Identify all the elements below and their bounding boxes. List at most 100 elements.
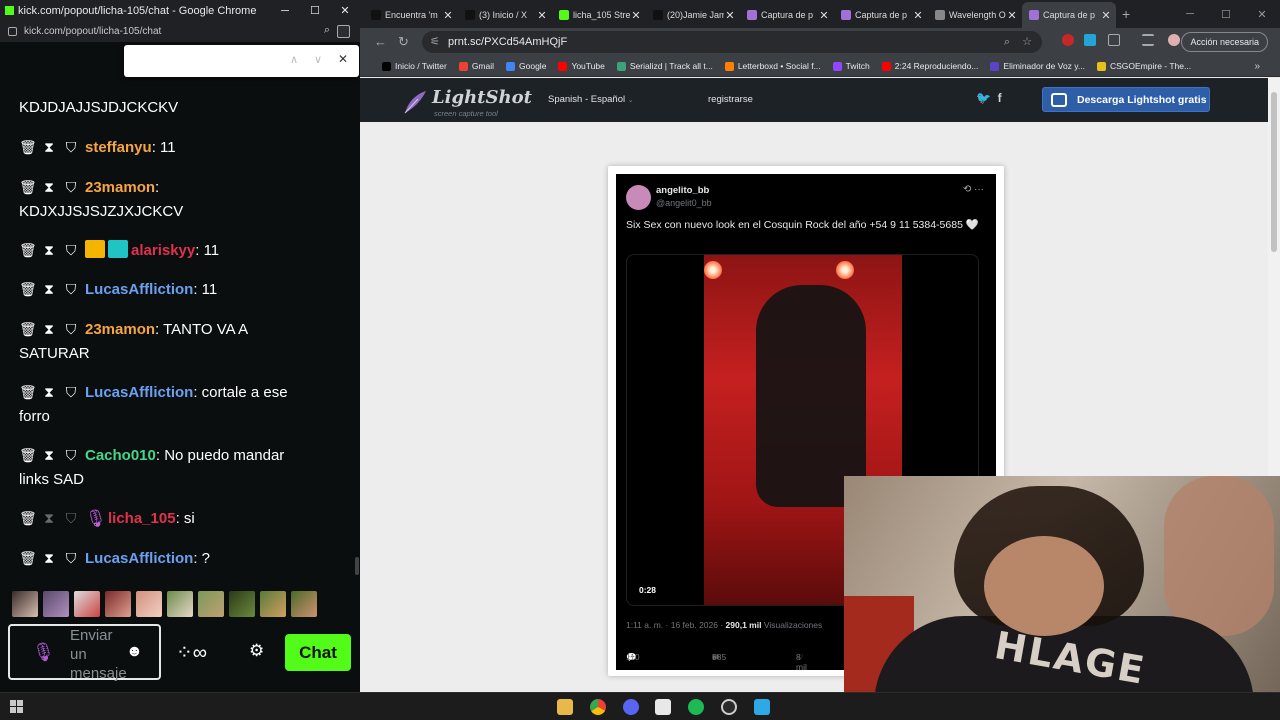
- spotify-icon[interactable]: [688, 699, 704, 715]
- more-bookmarks-icon[interactable]: »: [1254, 61, 1260, 72]
- maximize-icon[interactable]: ☐: [300, 0, 330, 21]
- chat-username[interactable]: 23mamon: [85, 321, 155, 338]
- minimize-icon[interactable]: ─: [1172, 0, 1208, 28]
- chat-username[interactable]: Cacho010: [85, 447, 156, 464]
- timeout-hourglass-icon[interactable]: ⧗: [41, 443, 57, 467]
- microphone-icon[interactable]: 🎙: [32, 642, 55, 663]
- scrollbar-thumb[interactable]: [1271, 92, 1277, 252]
- close-tab-icon[interactable]: ✕: [630, 9, 642, 22]
- close-icon[interactable]: ✕: [330, 0, 360, 21]
- delete-icon[interactable]: 🗑: [19, 317, 37, 341]
- bookmark-item[interactable]: Twitch: [832, 61, 870, 71]
- extension-icon[interactable]: [1084, 34, 1096, 46]
- delete-icon[interactable]: 🗑: [19, 546, 37, 570]
- profile-avatar[interactable]: [1168, 34, 1180, 46]
- browser-tab[interactable]: Captura de p ✕: [1022, 2, 1116, 28]
- ban-shield-icon[interactable]: ⛉: [63, 546, 79, 570]
- minimize-icon[interactable]: ─: [270, 0, 300, 21]
- back-icon[interactable]: ←: [374, 34, 387, 49]
- chat-username[interactable]: alariskyy: [131, 242, 195, 259]
- delete-icon[interactable]: 🗑: [19, 380, 37, 404]
- ban-shield-icon[interactable]: ⛉: [63, 317, 79, 341]
- file-explorer-icon[interactable]: [557, 699, 573, 715]
- emote[interactable]: [291, 591, 317, 617]
- emote-menu-infinity-icon[interactable]: ⁘∞: [176, 640, 207, 665]
- chat-username[interactable]: LucasAffliction: [85, 384, 193, 401]
- twitter-icon[interactable]: 🐦: [976, 91, 991, 105]
- emote[interactable]: [260, 591, 286, 617]
- timeout-hourglass-icon[interactable]: ⧗: [41, 546, 57, 570]
- language-selector[interactable]: Spanish - Español ⌄: [548, 94, 634, 105]
- chat-username[interactable]: licha_105: [108, 510, 176, 527]
- close-tab-icon[interactable]: ✕: [912, 9, 924, 22]
- chat-input[interactable]: Enviar un mensaje: [70, 626, 130, 683]
- close-tab-icon[interactable]: ✕: [724, 9, 736, 22]
- bookmark-star-icon[interactable]: ☆: [1022, 31, 1032, 53]
- emote[interactable]: [198, 591, 224, 617]
- bookmark-item[interactable]: Eliminador de Voz y...: [990, 61, 1085, 71]
- browser-tab[interactable]: Wavelength O ✕: [928, 2, 1022, 28]
- zoom-icon[interactable]: ⌕: [324, 24, 330, 37]
- find-previous-icon[interactable]: ∧: [290, 53, 298, 66]
- delete-icon[interactable]: 🗑: [19, 175, 37, 199]
- timeout-hourglass-icon[interactable]: ⧗: [41, 380, 57, 404]
- address-bar[interactable]: ⚟ prnt.sc/PXCd54AmHQjF ⌕ ☆: [422, 31, 1042, 53]
- browser-tab[interactable]: Captura de p ✕: [834, 2, 928, 28]
- notepad-icon[interactable]: [655, 699, 671, 715]
- close-tab-icon[interactable]: ✕: [1100, 9, 1112, 22]
- timeout-hourglass-icon[interactable]: ⧗: [41, 506, 57, 530]
- obs-icon[interactable]: [721, 699, 737, 715]
- popup-address-bar[interactable]: kick.com/popout/licha-105/chat ⌕: [0, 21, 360, 42]
- browser-tab[interactable]: licha_105 Stre ✕: [552, 2, 646, 28]
- browser-tab[interactable]: Captura de p ✕: [740, 2, 834, 28]
- chat-username[interactable]: LucasAffliction: [85, 281, 193, 298]
- chrome-icon[interactable]: [590, 699, 606, 715]
- lightshot-logo[interactable]: LightShot screen capture tool: [402, 85, 532, 118]
- chat-username[interactable]: LucasAffliction: [85, 550, 193, 567]
- new-tab-icon[interactable]: +: [1122, 6, 1130, 22]
- ban-shield-icon[interactable]: ⛉: [63, 443, 79, 467]
- close-tab-icon[interactable]: ✕: [818, 9, 830, 22]
- close-tab-icon[interactable]: ✕: [1006, 9, 1018, 22]
- zoom-icon[interactable]: ⌕: [1004, 31, 1010, 53]
- bookmark-item[interactable]: Inicio / Twitter: [382, 61, 447, 71]
- chat-username[interactable]: 23mamon: [85, 179, 155, 196]
- site-info-icon[interactable]: [8, 27, 17, 36]
- bookmark-item[interactable]: Letterboxd • Social f...: [724, 61, 821, 71]
- emote[interactable]: [74, 591, 100, 617]
- close-icon[interactable]: ✕: [1244, 0, 1280, 28]
- ban-shield-icon[interactable]: ⛉: [63, 380, 79, 404]
- discord-icon[interactable]: [623, 699, 639, 715]
- facebook-icon[interactable]: f: [998, 91, 1002, 105]
- emote[interactable]: [229, 591, 255, 617]
- reload-icon[interactable]: ↻: [398, 34, 409, 50]
- action-needed-button[interactable]: Acción necesaria: [1181, 32, 1268, 52]
- chat-username[interactable]: steffanyu: [85, 139, 152, 156]
- emote[interactable]: [136, 591, 162, 617]
- bookmark-item[interactable]: CSGOEmpire - The...: [1096, 61, 1191, 71]
- bookmark-item[interactable]: Gmail: [458, 61, 494, 71]
- extensions-puzzle-icon[interactable]: [1108, 34, 1120, 46]
- find-close-icon[interactable]: ✕: [338, 52, 348, 66]
- delete-icon[interactable]: 🗑: [19, 238, 37, 262]
- delete-icon[interactable]: 🗑: [19, 135, 37, 159]
- browser-tab[interactable]: (3) Inicio / X ✕: [458, 2, 552, 28]
- site-info-icon[interactable]: ⚟: [430, 31, 440, 53]
- emote[interactable]: [105, 591, 131, 617]
- install-app-icon[interactable]: [337, 25, 350, 38]
- browser-tab[interactable]: (20)Jamie Jam ✕: [646, 2, 740, 28]
- settings-gear-icon[interactable]: ⚙: [249, 641, 264, 661]
- bookmark-item[interactable]: Serializd | Track all t...: [616, 61, 713, 71]
- chat-input-box[interactable]: 🎙 Enviar un mensaje ☻: [8, 624, 161, 683]
- emoji-icon[interactable]: ☻: [126, 643, 143, 661]
- emote[interactable]: [167, 591, 193, 617]
- app-icon[interactable]: [754, 699, 770, 715]
- timeout-hourglass-icon[interactable]: ⧗: [41, 238, 57, 262]
- close-tab-icon[interactable]: ✕: [442, 9, 454, 22]
- ban-shield-icon[interactable]: ⛉: [63, 238, 79, 262]
- timeout-hourglass-icon[interactable]: ⧗: [41, 135, 57, 159]
- ban-shield-icon[interactable]: ⛉: [63, 506, 79, 530]
- ban-shield-icon[interactable]: ⛉: [63, 277, 79, 301]
- chat-scrollbar[interactable]: [355, 557, 359, 575]
- timeout-hourglass-icon[interactable]: ⧗: [41, 317, 57, 341]
